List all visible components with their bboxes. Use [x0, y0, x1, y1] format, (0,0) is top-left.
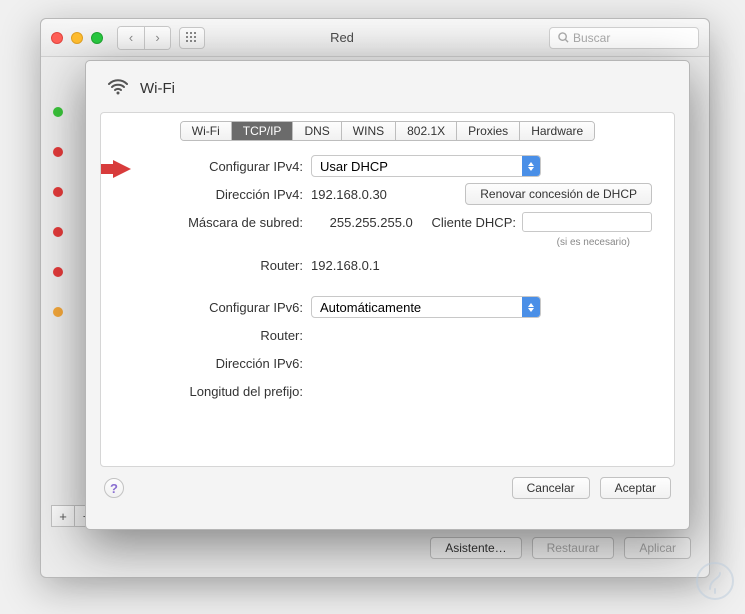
label-dir-ipv4: Dirección IPv4:	[161, 187, 311, 202]
status-dot-disconnected	[53, 147, 63, 157]
value-dir-ipv4: 192.168.0.30	[311, 187, 387, 202]
renew-dhcp-button[interactable]: Renovar concesión de DHCP	[465, 183, 652, 205]
search-input[interactable]: Buscar	[549, 27, 699, 49]
wifi-icon	[106, 75, 130, 102]
tab-wins[interactable]: WINS	[342, 122, 396, 140]
tcpip-form: Configurar IPv4: Usar DHCP Dirección IPv…	[101, 155, 674, 402]
window-title: Red	[135, 30, 549, 45]
chevron-updown-icon	[522, 297, 540, 317]
advanced-settings-sheet: Wi-Fi Wi-Fi TCP/IP DNS WINS 802.1X Proxi…	[85, 60, 690, 530]
callout-arrow	[113, 160, 131, 178]
apply-button[interactable]: Aplicar	[624, 537, 691, 559]
restore-button[interactable]: Restaurar	[532, 537, 615, 559]
parent-bottom-buttons: Asistente… Restaurar Aplicar	[430, 537, 691, 559]
label-prefijo: Longitud del prefijo:	[161, 384, 311, 399]
status-dot-disconnected	[53, 187, 63, 197]
label-router4: Router:	[161, 258, 311, 273]
ok-button[interactable]: Aceptar	[600, 477, 671, 499]
sheet-title: Wi-Fi	[140, 80, 175, 97]
tab-wifi[interactable]: Wi-Fi	[181, 122, 232, 140]
status-dot-disconnected	[53, 227, 63, 237]
titlebar: ‹ › Red Buscar	[41, 19, 709, 57]
sidebar-status-dots	[53, 107, 63, 317]
tab-8021x[interactable]: 802.1X	[396, 122, 457, 140]
status-dot-warning	[53, 307, 63, 317]
cancel-button[interactable]: Cancelar	[512, 477, 590, 499]
search-icon	[558, 32, 569, 43]
sheet-footer: ? Cancelar Aceptar	[86, 467, 689, 509]
value-mascara: 255.255.255.0	[330, 215, 413, 230]
label-mascara: Máscara de subred:	[161, 215, 311, 230]
label-router6: Router:	[161, 328, 311, 343]
traffic-lights	[51, 32, 103, 44]
label-dir-ipv6: Dirección IPv6:	[161, 356, 311, 371]
sheet-content: Wi-Fi TCP/IP DNS WINS 802.1X Proxies Har…	[100, 112, 675, 467]
tab-dns[interactable]: DNS	[293, 122, 341, 140]
close-window-button[interactable]	[51, 32, 63, 44]
hint-necessary: (si es necesario)	[161, 237, 630, 248]
status-dot-disconnected	[53, 267, 63, 277]
help-button[interactable]: ?	[104, 478, 124, 498]
select-config-ipv6[interactable]: Automáticamente	[311, 296, 541, 318]
zoom-window-button[interactable]	[91, 32, 103, 44]
minimize-window-button[interactable]	[71, 32, 83, 44]
add-service-button[interactable]: +	[51, 505, 75, 527]
tab-bar: Wi-Fi TCP/IP DNS WINS 802.1X Proxies Har…	[101, 121, 674, 141]
select-config-ipv4[interactable]: Usar DHCP	[311, 155, 541, 177]
label-config-ipv4: Configurar IPv4:	[161, 159, 311, 174]
search-placeholder: Buscar	[573, 31, 610, 45]
select-config-ipv4-value: Usar DHCP	[320, 159, 388, 174]
tab-proxies[interactable]: Proxies	[457, 122, 520, 140]
assistant-button[interactable]: Asistente…	[430, 537, 521, 559]
sheet-header: Wi-Fi	[86, 61, 689, 112]
tab-hardware[interactable]: Hardware	[520, 122, 594, 140]
chevron-updown-icon	[522, 156, 540, 176]
select-config-ipv6-value: Automáticamente	[320, 300, 421, 315]
tab-tcpip[interactable]: TCP/IP	[232, 122, 294, 140]
value-router4: 192.168.0.1	[311, 258, 380, 273]
input-dhcp-client[interactable]	[522, 212, 652, 232]
watermark-icon	[695, 561, 735, 604]
label-dhcp-client: Cliente DHCP:	[431, 215, 516, 230]
label-config-ipv6: Configurar IPv6:	[161, 300, 311, 315]
status-dot-connected	[53, 107, 63, 117]
